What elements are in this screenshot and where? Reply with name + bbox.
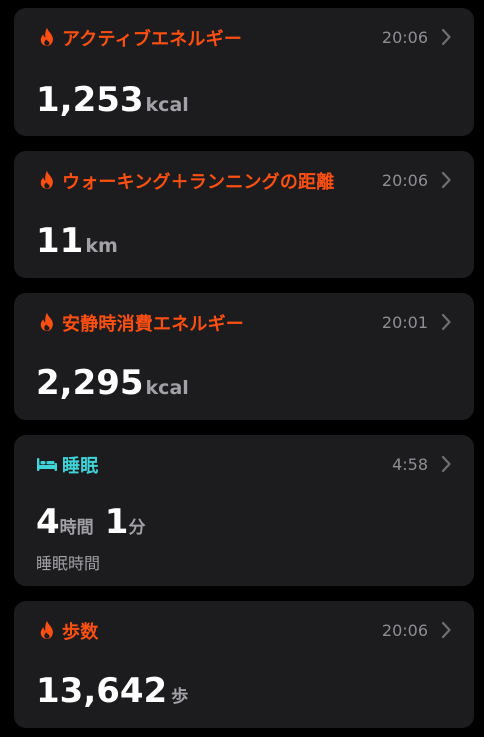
- sleep-minutes-unit: 分: [128, 518, 146, 538]
- chevron-right-icon: [440, 28, 452, 46]
- card-timestamp: 20:01: [381, 313, 428, 332]
- card-title: アクティブエネルギー: [62, 29, 243, 50]
- card-sleep[interactable]: 睡眠 4:58 4時間 1分 睡眠時間: [14, 435, 474, 586]
- flame-icon: [38, 619, 56, 641]
- card-header[interactable]: 歩数 20:06: [14, 601, 474, 661]
- sleep-minutes-value: 1: [104, 502, 129, 542]
- card-header[interactable]: ウォーキング＋ランニングの距離 20:06: [14, 151, 474, 211]
- card-title: 安静時消費エネルギー: [62, 314, 244, 335]
- flame-icon: [38, 26, 56, 48]
- card-steps[interactable]: 歩数 20:06 13,642 歩: [14, 601, 474, 728]
- metric-value: 2,295: [36, 363, 144, 403]
- chevron-right-icon: [440, 313, 452, 331]
- card-header[interactable]: 安静時消費エネルギー 20:01: [14, 293, 474, 353]
- card-header[interactable]: 睡眠 4:58: [14, 435, 474, 495]
- card-timestamp: 20:06: [381, 171, 428, 190]
- card-title: 歩数: [62, 622, 99, 643]
- metric-unit: kcal: [145, 94, 189, 116]
- chevron-right-icon: [440, 171, 452, 189]
- metric-value: 11: [36, 221, 84, 261]
- card-active-energy[interactable]: アクティブエネルギー 20:06 1,253 kcal: [14, 8, 474, 136]
- metric-unit: kcal: [145, 377, 189, 399]
- metric-unit: 歩: [171, 687, 189, 707]
- metric-unit: km: [85, 235, 118, 257]
- sleep-hours-value: 4: [36, 502, 60, 542]
- card-title: ウォーキング＋ランニングの距離: [62, 172, 335, 193]
- metric-value-row: 2,295 kcal: [36, 363, 189, 403]
- metric-value: 13,642: [36, 671, 168, 711]
- metric-value-row: 11 km: [36, 221, 118, 261]
- metric-value-row: 1,253 kcal: [36, 80, 189, 120]
- flame-icon: [38, 311, 56, 333]
- card-walking-running-distance[interactable]: ウォーキング＋ランニングの距離 20:06 11 km: [14, 151, 474, 278]
- card-timestamp: 4:58: [392, 455, 428, 474]
- sleep-duration-row: 4時間 1分: [36, 502, 145, 542]
- card-timestamp: 20:06: [381, 621, 428, 640]
- chevron-right-icon: [440, 455, 452, 473]
- sleep-subtitle: 睡眠時間: [36, 554, 101, 573]
- flame-icon: [38, 169, 56, 191]
- chevron-right-icon: [440, 621, 452, 639]
- card-timestamp: 20:06: [381, 28, 428, 47]
- sleep-hours-unit: 時間: [59, 518, 94, 538]
- bed-icon: [36, 453, 58, 475]
- metric-value: 1,253: [36, 80, 144, 120]
- card-title: 睡眠: [62, 456, 99, 477]
- metric-value-row: 13,642 歩: [36, 671, 188, 711]
- card-header[interactable]: アクティブエネルギー 20:06: [14, 8, 474, 68]
- card-resting-energy[interactable]: 安静時消費エネルギー 20:01 2,295 kcal: [14, 293, 474, 420]
